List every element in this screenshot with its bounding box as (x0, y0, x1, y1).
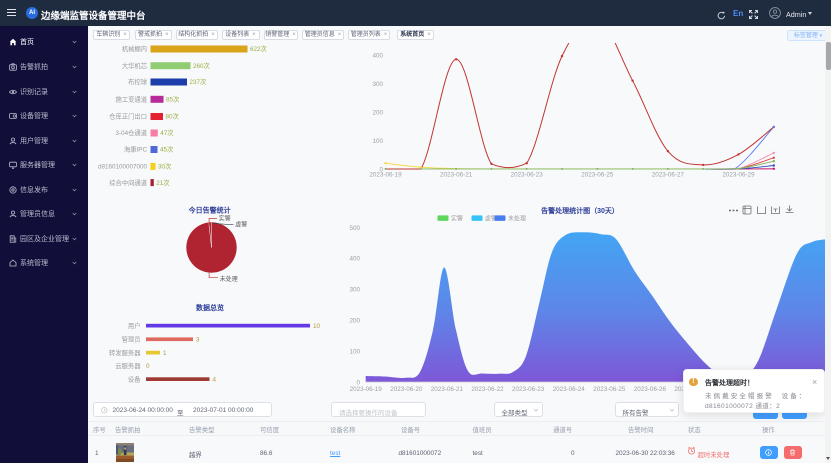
svg-text:21次: 21次 (156, 178, 170, 187)
svg-text:转发服务器: 转发服务器 (109, 348, 141, 357)
svg-text:200: 200 (372, 109, 383, 116)
svg-text:100: 100 (349, 348, 360, 355)
svg-text:2023-06-19: 2023-06-19 (350, 386, 383, 393)
svg-text:3: 3 (196, 336, 200, 343)
svg-text:未处理: 未处理 (508, 215, 526, 223)
svg-text:2023-06-21: 2023-06-21 (431, 386, 464, 393)
svg-text:200: 200 (349, 318, 360, 325)
svg-text:2023-06-23: 2023-06-23 (511, 172, 544, 179)
svg-text:今日告警统计: 今日告警统计 (188, 205, 231, 214)
svg-text:海康IPC: 海康IPC (124, 145, 148, 154)
svg-text:300: 300 (349, 287, 360, 294)
svg-text:2023-06-27: 2023-06-27 (652, 172, 685, 179)
svg-text:大华机芯: 大华机芯 (122, 61, 147, 70)
svg-text:2023-06-25: 2023-06-25 (581, 172, 614, 179)
svg-text:47次: 47次 (160, 128, 174, 137)
svg-text:2023-06-23: 2023-06-23 (512, 386, 545, 393)
svg-text:500: 500 (349, 225, 360, 232)
svg-text:45次: 45次 (160, 145, 174, 154)
svg-text:施工变通道: 施工变通道 (116, 95, 148, 104)
svg-text:30次: 30次 (158, 162, 172, 171)
svg-text:80次: 80次 (166, 112, 180, 121)
svg-text:2023-06-19: 2023-06-19 (369, 172, 402, 179)
svg-text:3-04仓通道: 3-04仓通道 (116, 128, 148, 137)
svg-text:仓库正门出口: 仓库正门出口 (109, 112, 147, 121)
svg-text:85次: 85次 (166, 95, 180, 104)
svg-text:2023-06-25: 2023-06-25 (593, 386, 626, 393)
svg-text:2023-06-21: 2023-06-21 (440, 172, 473, 179)
svg-text:260次: 260次 (193, 61, 211, 70)
svg-text:虚警: 虚警 (235, 221, 247, 229)
svg-text:实警: 实警 (451, 215, 463, 223)
svg-text:100: 100 (372, 138, 383, 145)
svg-text:数据总览: 数据总览 (196, 303, 224, 312)
svg-text:2023-06-26: 2023-06-26 (634, 386, 667, 393)
svg-text:2023-06-24: 2023-06-24 (553, 386, 586, 393)
svg-text:未处理: 未处理 (220, 275, 238, 283)
svg-text:300: 300 (372, 81, 383, 88)
svg-text:布控球: 布控球 (128, 77, 148, 86)
svg-text:622次: 622次 (250, 44, 268, 53)
svg-text:d8160100007000: d8160100007000 (98, 164, 148, 171)
svg-text:机械棚内: 机械棚内 (122, 44, 147, 53)
svg-text:400: 400 (349, 256, 360, 263)
svg-text:告警处理统计图（30天）: 告警处理统计图（30天） (541, 206, 619, 215)
svg-text:2023-06-29: 2023-06-29 (722, 172, 755, 179)
svg-text:2023-06-22: 2023-06-22 (471, 386, 504, 393)
svg-text:10: 10 (313, 323, 321, 330)
svg-text:400: 400 (372, 52, 383, 59)
svg-text:4: 4 (213, 376, 217, 383)
svg-text:设备: 设备 (128, 374, 141, 383)
svg-text:用户: 用户 (128, 321, 141, 330)
svg-text:管理员: 管理员 (122, 334, 141, 343)
svg-text:1: 1 (163, 350, 167, 357)
svg-text:237次: 237次 (190, 77, 208, 86)
svg-text:2023-06-20: 2023-06-20 (390, 386, 423, 393)
svg-text:云服务器: 云服务器 (115, 361, 141, 370)
svg-text:实警: 实警 (219, 215, 231, 223)
svg-text:0: 0 (146, 363, 150, 370)
svg-text:综合中间通道: 综合中间通道 (109, 178, 147, 187)
